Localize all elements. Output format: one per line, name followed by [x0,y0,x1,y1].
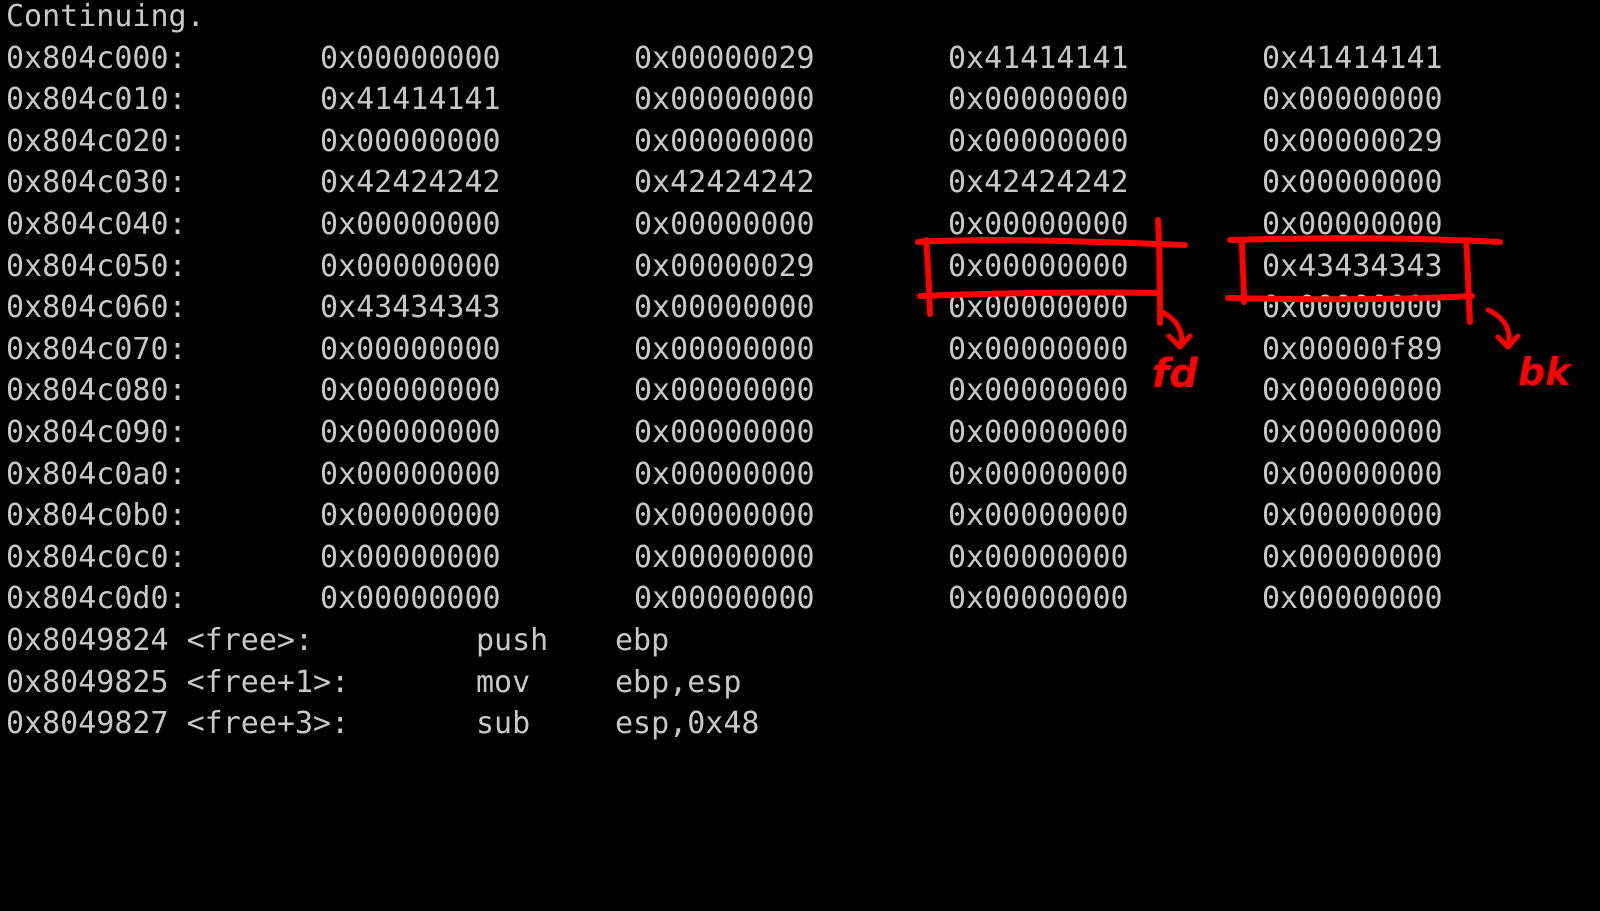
memory-word: 0x00000029 [634,40,815,76]
memory-word: 0x00000029 [1262,123,1443,159]
memory-word: 0x00000000 [634,290,815,326]
memory-word: 0x00000000 [948,207,1129,242]
memory-word: 0x00000000 [1262,581,1443,617]
memory-word: 0x00000029 [634,248,815,284]
instruction-location: 0x8049827 <free+3>: [6,706,350,742]
disassembly-line: 0x8049824 <free>: push ebp [6,620,669,662]
memory-word: 0x42424242 [320,165,501,201]
memory-word: 0x00000000 [1262,82,1443,118]
memory-word: 0x00000000 [320,415,501,450]
memory-address: 0x804c0c0: [6,539,187,575]
status-line: Continuing. [6,0,205,34]
memory-row: 0x804c090: 0x00000000 0x00000000 0x00000… [6,412,1443,454]
memory-word: 0x00000000 [948,539,1129,575]
memory-address: 0x804c030: [6,165,187,201]
memory-row: 0x804c030: 0x42424242 0x42424242 0x42424… [6,162,1443,204]
memory-word: 0x00000000 [320,498,501,534]
memory-word: 0x00000f89 [1262,331,1443,367]
instruction-mnemonic: mov [476,664,531,700]
memory-row: 0x804c020: 0x00000000 0x00000000 0x00000… [6,121,1443,163]
memory-word: 0x00000000 [948,373,1129,409]
memory-word: 0x00000000 [1262,207,1443,242]
memory-address: 0x804c080: [6,373,187,409]
memory-row: 0x804c0d0: 0x00000000 0x00000000 0x00000… [6,578,1443,620]
memory-word: 0x00000000 [948,456,1129,492]
memory-word: 0x42424242 [634,165,815,201]
memory-word: 0x00000000 [1262,290,1443,326]
memory-word: 0x41414141 [1262,40,1443,76]
memory-address: 0x804c010: [6,82,187,118]
memory-word: 0x00000000 [320,539,501,575]
memory-row: 0x804c000: 0x00000000 0x00000029 0x41414… [6,38,1443,80]
memory-address: 0x804c000: [6,40,187,76]
instruction-mnemonic: push [476,623,549,658]
memory-word: 0x42424242 [948,165,1129,201]
memory-word: 0x00000000 [634,207,815,242]
memory-address: 0x804c0b0: [6,498,187,534]
instruction-location: 0x8049825 <free+1>: [6,664,350,700]
memory-word: 0x00000000 [634,539,815,575]
memory-word: 0x00000000 [320,456,501,492]
memory-word: 0x43434343 [320,290,501,326]
memory-address: 0x804c060: [6,290,187,326]
instruction-operands: esp,0x48 [615,706,760,742]
memory-row: 0x804c050: 0x00000000 0x00000029 0x00000… [6,246,1443,288]
disassembly-line: 0x8049827 <free+3>: sub esp,0x48 [6,703,760,745]
memory-word: 0x00000000 [948,290,1129,326]
memory-address: 0x804c020: [6,123,187,159]
memory-row: 0x804c0a0: 0x00000000 0x00000000 0x00000… [6,454,1443,496]
memory-word: 0x00000000 [634,581,815,617]
memory-word: 0x00000000 [948,415,1129,450]
memory-word: 0x00000000 [634,123,815,159]
memory-row: 0x804c070: 0x00000000 0x00000000 0x00000… [6,329,1443,371]
memory-word-fd: 0x00000000 [948,248,1129,284]
memory-word: 0x00000000 [634,456,815,492]
memory-row: 0x804c0b0: 0x00000000 0x00000000 0x00000… [6,495,1443,537]
memory-word: 0x00000000 [634,415,815,450]
memory-word: 0x00000000 [320,373,501,409]
memory-word: 0x00000000 [1262,373,1443,409]
memory-word: 0x00000000 [1262,165,1443,201]
terminal-window[interactable]: Continuing. 0x804c000: 0x00000000 0x0000… [0,0,1600,759]
instruction-operands: ebp,esp [615,664,742,700]
memory-row: 0x804c0c0: 0x00000000 0x00000000 0x00000… [6,537,1443,579]
memory-word: 0x00000000 [948,581,1129,617]
memory-word: 0x00000000 [320,207,501,242]
memory-word-bk: 0x43434343 [1262,248,1443,284]
memory-row: 0x804c040: 0x00000000 0x00000000 0x00000… [6,204,1443,246]
memory-word: 0x00000000 [948,498,1129,534]
memory-row: 0x804c080: 0x00000000 0x00000000 0x00000… [6,370,1443,412]
memory-address: 0x804c070: [6,331,187,367]
memory-word: 0x00000000 [320,248,501,284]
disassembly-line: 0x8049825 <free+1>: mov ebp,esp [6,662,741,704]
memory-word: 0x00000000 [320,40,501,76]
memory-address: 0x804c0d0: [6,581,187,617]
instruction-location: 0x8049824 <free>: [6,623,314,658]
memory-address: 0x804c0a0: [6,456,187,492]
memory-word: 0x00000000 [634,498,815,534]
memory-word: 0x00000000 [1262,456,1443,492]
memory-word: 0x00000000 [1262,498,1443,534]
memory-word: 0x00000000 [634,82,815,118]
memory-word: 0x00000000 [634,373,815,409]
memory-word: 0x00000000 [948,123,1129,159]
memory-word: 0x00000000 [634,331,815,367]
memory-word: 0x00000000 [1262,415,1443,450]
memory-row: 0x804c060: 0x43434343 0x00000000 0x00000… [6,287,1443,329]
memory-word: 0x00000000 [948,331,1129,367]
memory-word: 0x00000000 [320,123,501,159]
memory-word: 0x00000000 [948,82,1129,118]
memory-word: 0x00000000 [320,581,501,617]
memory-address: 0x804c090: [6,415,187,450]
memory-row: 0x804c010: 0x41414141 0x00000000 0x00000… [6,79,1443,121]
memory-word: 0x00000000 [320,331,501,367]
instruction-mnemonic: sub [476,706,531,742]
instruction-operands: ebp [615,623,670,658]
memory-address: 0x804c050: [6,248,187,284]
memory-word: 0x41414141 [320,82,501,118]
memory-word: 0x00000000 [1262,539,1443,575]
memory-word: 0x41414141 [948,40,1129,76]
memory-address: 0x804c040: [6,207,187,242]
